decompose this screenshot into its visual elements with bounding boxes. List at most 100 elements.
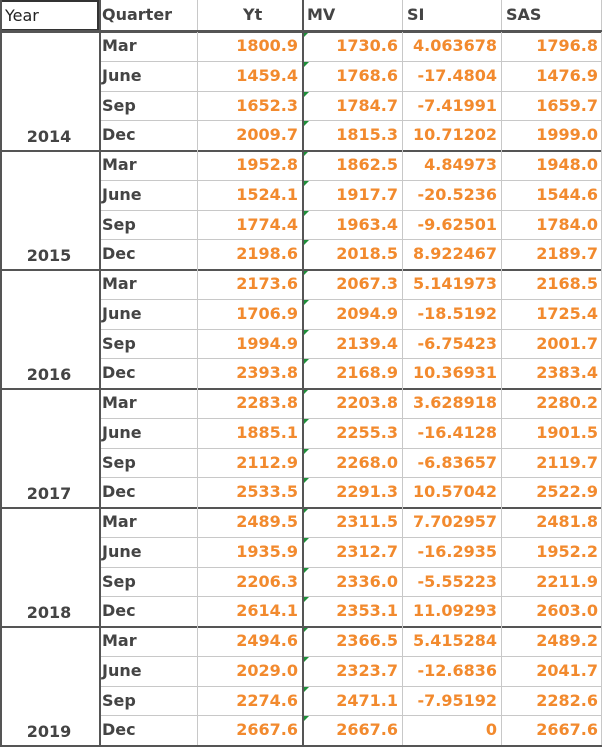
quarter-cell[interactable]: Sep <box>99 448 197 478</box>
quarter-cell[interactable]: Dec <box>99 477 197 507</box>
sas-cell[interactable]: 1952.2 <box>501 537 602 567</box>
sas-cell[interactable]: 1948.0 <box>501 150 602 180</box>
si-cell[interactable]: -20.5236 <box>402 180 501 210</box>
sas-cell[interactable]: 2489.2 <box>501 626 602 656</box>
si-cell[interactable]: 5.141973 <box>402 269 501 299</box>
quarter-cell[interactable]: Sep <box>99 210 197 240</box>
quarter-cell[interactable]: Sep <box>99 329 197 359</box>
header-sas-cell[interactable]: SAS <box>501 0 602 31</box>
quarter-cell[interactable]: June <box>99 61 197 91</box>
sas-cell[interactable]: 2481.8 <box>501 507 602 537</box>
header-yt-cell[interactable]: Yt <box>197 0 302 31</box>
header-mv-cell[interactable]: MV <box>302 0 402 31</box>
mv-cell[interactable]: 2667.6 <box>302 715 402 745</box>
mv-cell[interactable]: 2311.5 <box>302 507 402 537</box>
sas-cell[interactable]: 2041.7 <box>501 656 602 686</box>
si-cell[interactable]: -5.55223 <box>402 567 501 597</box>
sas-cell[interactable]: 1476.9 <box>501 61 602 91</box>
sas-cell[interactable]: 2168.5 <box>501 269 602 299</box>
mv-cell[interactable]: 1768.6 <box>302 61 402 91</box>
mv-cell[interactable]: 2018.5 <box>302 239 402 269</box>
mv-cell[interactable]: 2203.8 <box>302 388 402 418</box>
quarter-cell[interactable]: Dec <box>99 239 197 269</box>
year-group-label[interactable]: 2018 <box>0 602 98 624</box>
mv-cell[interactable]: 1784.7 <box>302 91 402 121</box>
si-cell[interactable]: -6.75423 <box>402 329 501 359</box>
sas-cell[interactable]: 2667.6 <box>501 715 602 745</box>
yt-cell[interactable]: 1994.9 <box>197 329 302 359</box>
header-quarter-cell[interactable]: Quarter <box>99 0 197 31</box>
quarter-cell[interactable]: Dec <box>99 715 197 745</box>
quarter-cell[interactable]: June <box>99 299 197 329</box>
yt-cell[interactable]: 1459.4 <box>197 61 302 91</box>
yt-cell[interactable]: 2489.5 <box>197 507 302 537</box>
mv-cell[interactable]: 2471.1 <box>302 686 402 716</box>
yt-cell[interactable]: 2009.7 <box>197 120 302 150</box>
si-cell[interactable]: 5.415284 <box>402 626 501 656</box>
si-cell[interactable]: 10.71202 <box>402 120 501 150</box>
si-cell[interactable]: -16.4128 <box>402 418 501 448</box>
si-cell[interactable]: 11.09293 <box>402 596 501 626</box>
mv-cell[interactable]: 2139.4 <box>302 329 402 359</box>
quarter-cell[interactable]: Mar <box>99 150 197 180</box>
sas-cell[interactable]: 1544.6 <box>501 180 602 210</box>
sas-cell[interactable]: 2603.0 <box>501 596 602 626</box>
si-cell[interactable]: -7.95192 <box>402 686 501 716</box>
mv-cell[interactable]: 2291.3 <box>302 477 402 507</box>
yt-cell[interactable]: 1935.9 <box>197 537 302 567</box>
quarter-cell[interactable]: June <box>99 180 197 210</box>
quarter-cell[interactable]: Sep <box>99 91 197 121</box>
yt-cell[interactable]: 1952.8 <box>197 150 302 180</box>
yt-cell[interactable]: 2494.6 <box>197 626 302 656</box>
sas-cell[interactable]: 2001.7 <box>501 329 602 359</box>
yt-cell[interactable]: 2393.8 <box>197 358 302 388</box>
si-cell[interactable]: 8.922467 <box>402 239 501 269</box>
header-si-cell[interactable]: SI <box>402 0 501 31</box>
yt-cell[interactable]: 1774.4 <box>197 210 302 240</box>
mv-cell[interactable]: 1862.5 <box>302 150 402 180</box>
yt-cell[interactable]: 2029.0 <box>197 656 302 686</box>
sas-cell[interactable]: 1901.5 <box>501 418 602 448</box>
year-group-label[interactable]: 2019 <box>0 721 98 743</box>
quarter-cell[interactable]: Mar <box>99 388 197 418</box>
sas-cell[interactable]: 1796.8 <box>501 31 602 61</box>
mv-cell[interactable]: 2323.7 <box>302 656 402 686</box>
mv-cell[interactable]: 2336.0 <box>302 567 402 597</box>
mv-cell[interactable]: 1917.7 <box>302 180 402 210</box>
quarter-cell[interactable]: Sep <box>99 567 197 597</box>
si-cell[interactable]: -12.6836 <box>402 656 501 686</box>
quarter-cell[interactable]: Dec <box>99 120 197 150</box>
mv-cell[interactable]: 2366.5 <box>302 626 402 656</box>
si-cell[interactable]: 0 <box>402 715 501 745</box>
quarter-cell[interactable]: Mar <box>99 626 197 656</box>
mv-cell[interactable]: 2268.0 <box>302 448 402 478</box>
yt-cell[interactable]: 2112.9 <box>197 448 302 478</box>
yt-cell[interactable]: 1885.1 <box>197 418 302 448</box>
mv-cell[interactable]: 2353.1 <box>302 596 402 626</box>
si-cell[interactable]: -6.83657 <box>402 448 501 478</box>
mv-cell[interactable]: 2312.7 <box>302 537 402 567</box>
si-cell[interactable]: 10.57042 <box>402 477 501 507</box>
year-group-label[interactable]: 2014 <box>0 126 98 148</box>
sas-cell[interactable]: 2383.4 <box>501 358 602 388</box>
header-year-cell[interactable]: Year <box>0 0 99 31</box>
quarter-cell[interactable]: June <box>99 537 197 567</box>
mv-cell[interactable]: 2094.9 <box>302 299 402 329</box>
sas-cell[interactable]: 1999.0 <box>501 120 602 150</box>
mv-cell[interactable]: 2067.3 <box>302 269 402 299</box>
yt-cell[interactable]: 2206.3 <box>197 567 302 597</box>
quarter-cell[interactable]: Mar <box>99 269 197 299</box>
quarter-cell[interactable]: June <box>99 656 197 686</box>
quarter-cell[interactable]: June <box>99 418 197 448</box>
mv-cell[interactable]: 1963.4 <box>302 210 402 240</box>
yt-cell[interactable]: 2173.6 <box>197 269 302 299</box>
quarter-cell[interactable]: Dec <box>99 596 197 626</box>
quarter-cell[interactable]: Mar <box>99 507 197 537</box>
yt-cell[interactable]: 1800.9 <box>197 31 302 61</box>
sas-cell[interactable]: 1784.0 <box>501 210 602 240</box>
si-cell[interactable]: 7.702957 <box>402 507 501 537</box>
si-cell[interactable]: -18.5192 <box>402 299 501 329</box>
sas-cell[interactable]: 2282.6 <box>501 686 602 716</box>
sas-cell[interactable]: 2189.7 <box>501 239 602 269</box>
sas-cell[interactable]: 2522.9 <box>501 477 602 507</box>
